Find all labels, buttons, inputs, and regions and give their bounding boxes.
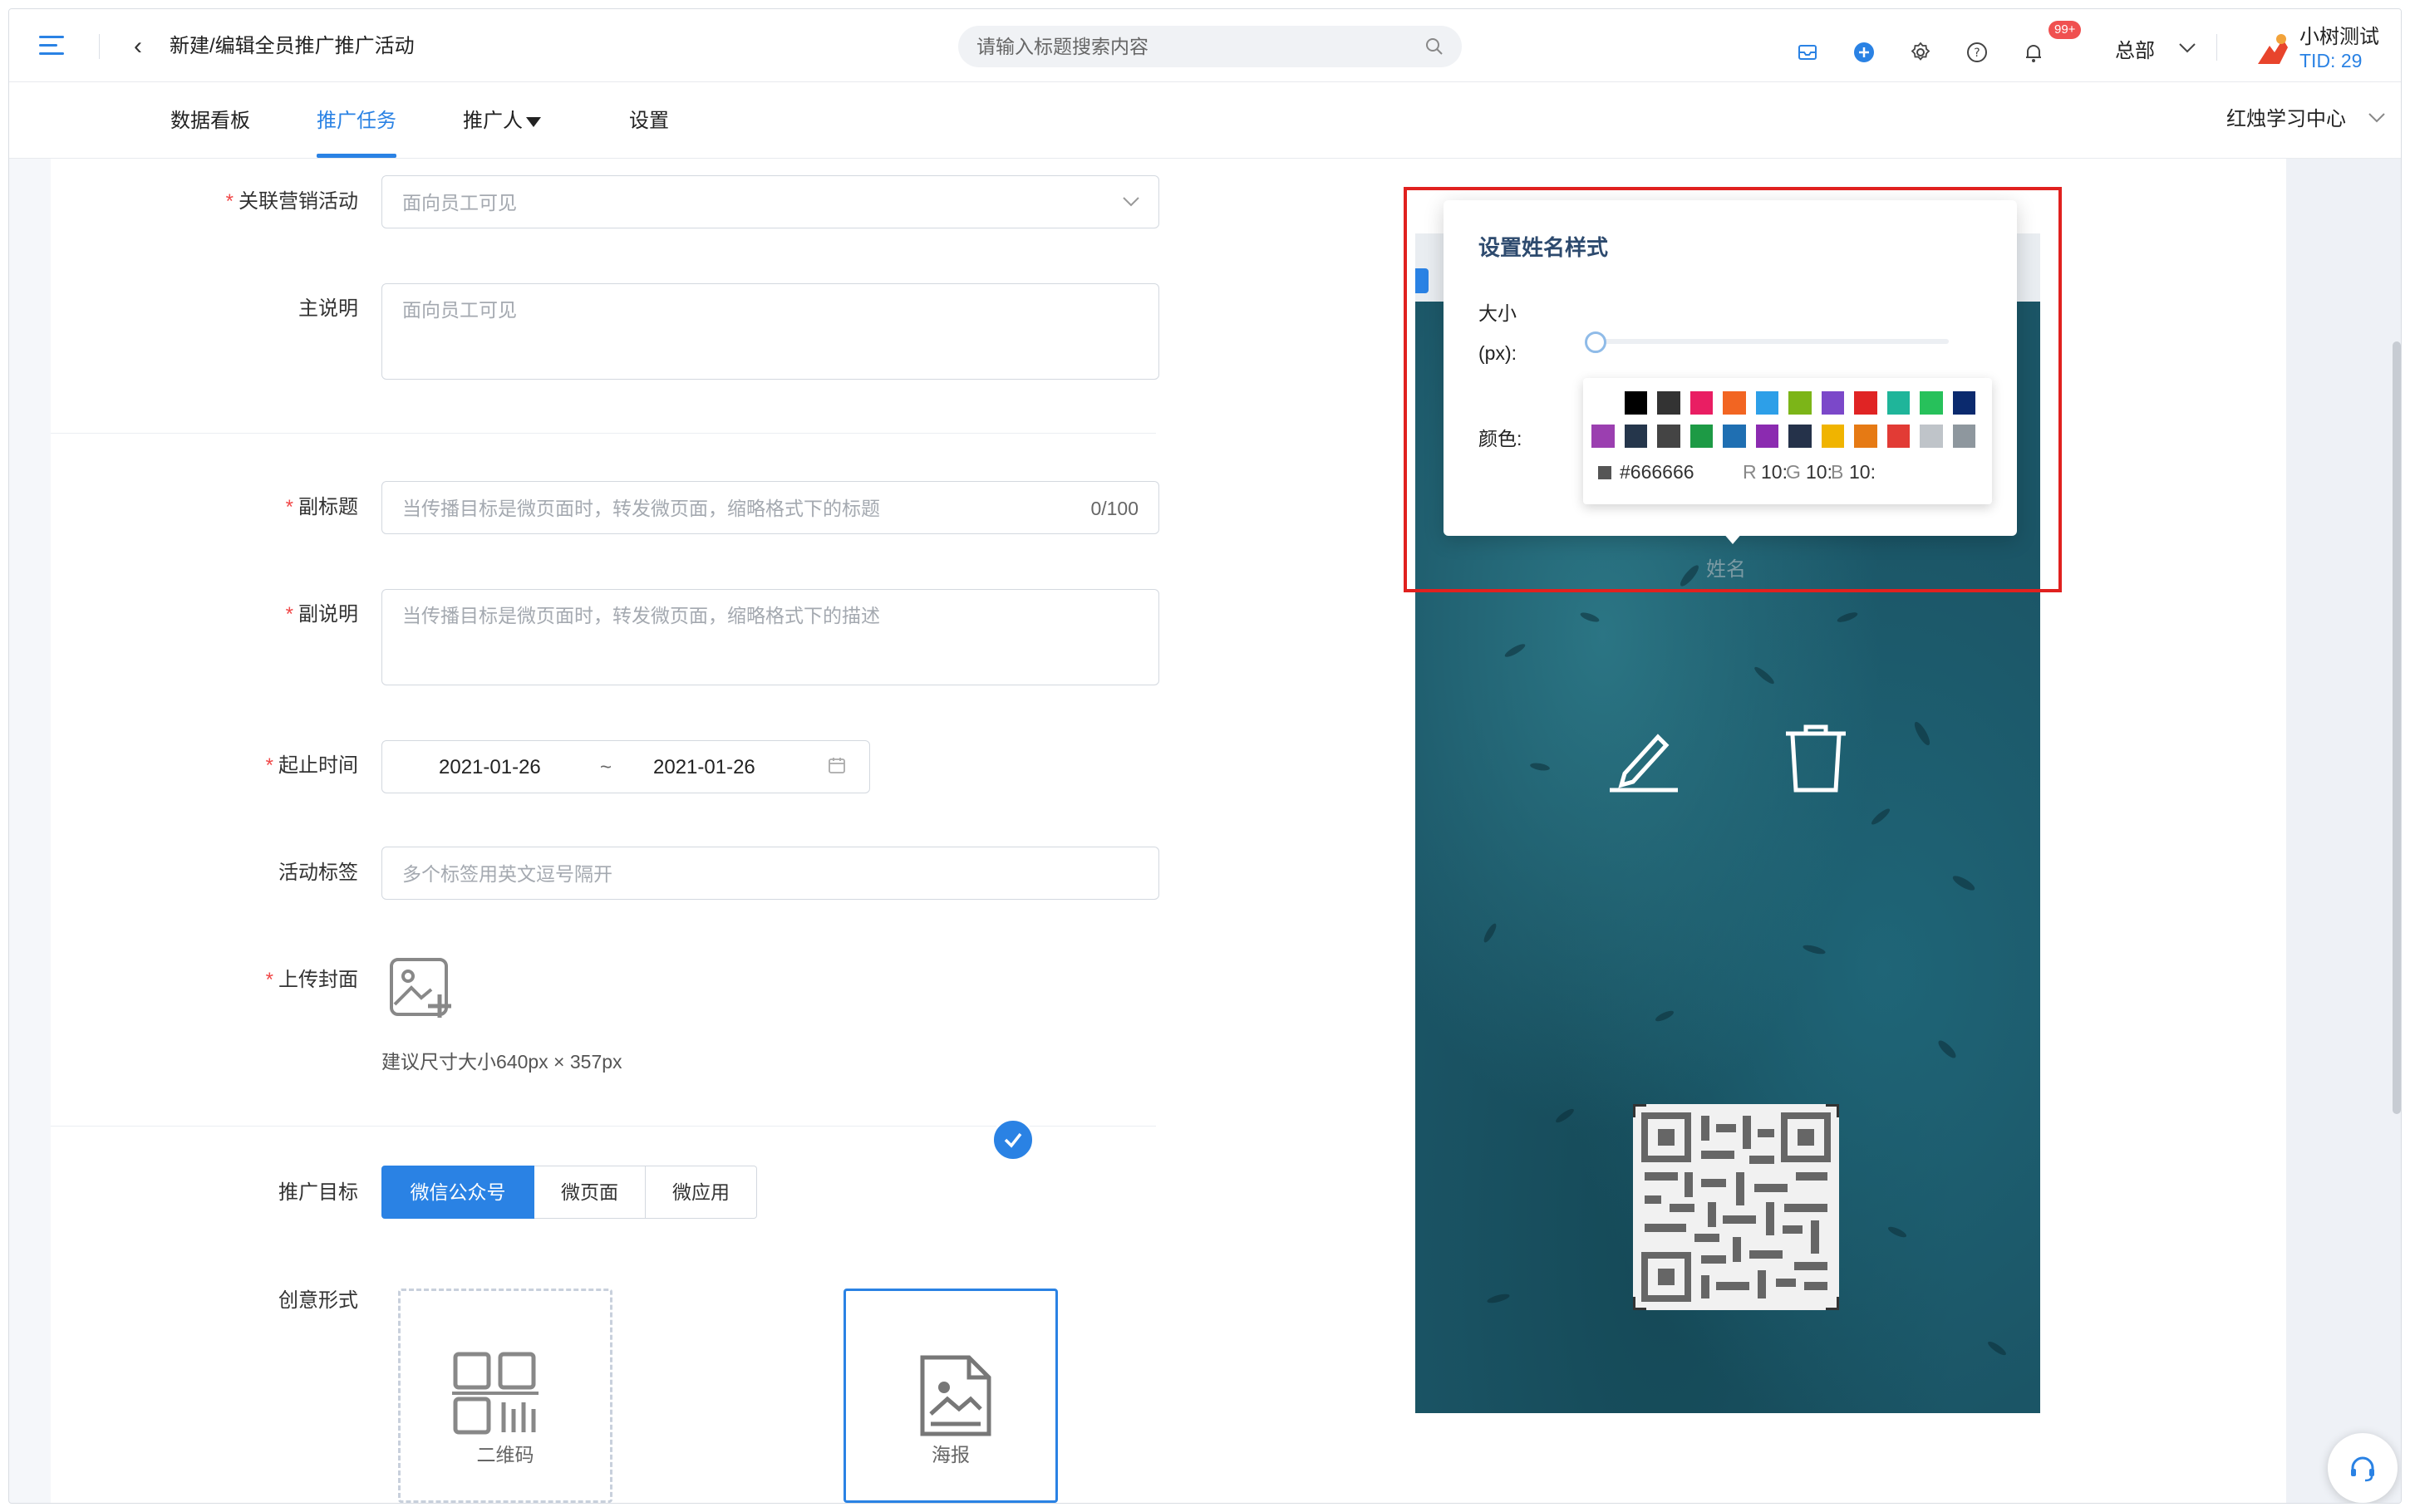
search-input[interactable] [976,26,1409,67]
creative-qrcode-caption: 二维码 [476,1444,534,1465]
notification-badge: 99+ [2048,21,2082,39]
start-date[interactable]: 2021-01-26 [439,755,541,780]
target-micro-page[interactable]: 微页面 [534,1166,646,1219]
poster-icon [920,1355,991,1436]
qrcode-icon [452,1352,539,1435]
headset-icon [2351,1456,2374,1482]
user-tid: TID: 29 [2299,50,2363,71]
page-title: 新建/编辑全员推广推广活动 [170,35,415,57]
avatar[interactable] [2250,27,2294,72]
date-range-picker[interactable]: 2021-01-26 ~ 2021-01-26 [381,740,870,793]
creative-option-poster[interactable]: 海报 [844,1289,1058,1503]
activity-select[interactable]: 面向员工可见 [381,175,1159,228]
cover-label: * 上传封面 [265,969,358,991]
svg-text:?: ? [1974,47,1980,60]
creative-poster-caption: 海报 [932,1444,970,1465]
divider [99,34,100,59]
tab-promoters[interactable]: 推广人 [463,109,541,134]
divider [2216,34,2217,61]
tab-promotion-task[interactable]: 推广任务 [317,109,396,134]
tab-settings[interactable]: 设置 [629,109,669,134]
tags-placeholder: 多个标签用英文逗号隔开 [402,863,612,885]
edit-icon[interactable] [1606,724,1681,793]
inbox-icon[interactable] [1796,41,1819,64]
subtitle-placeholder: 当传播目标是微页面时，转发微页面，缩略格式下的标题 [402,498,880,519]
highlight-box [1404,187,2062,592]
help-icon[interactable]: ? [1965,41,1989,64]
end-date[interactable]: 2021-01-26 [653,755,755,780]
activity-label: * 关联营销活动 [225,190,358,213]
gear-icon[interactable] [1909,41,1932,64]
subtitle-label: * 副标题 [285,496,358,518]
active-tab-indicator [317,154,396,158]
tags-input[interactable]: 多个标签用英文逗号隔开 [381,847,1159,900]
activity-placeholder: 面向员工可见 [402,192,517,214]
preview-pointer [1141,1357,1183,1440]
form-panel: * 关联营销活动 面向员工可见 主说明 面向员工可见 * 副标题 当传播目标是微页面… [51,159,1181,1503]
target-label: 推广目标 [278,1181,358,1204]
menu-icon[interactable] [39,36,67,56]
tab-promoters-label: 推广人 [463,110,523,132]
creative-label: 创意形式 [278,1289,358,1312]
bell-icon[interactable] [2022,41,2045,64]
tags-label: 活动标签 [278,862,358,884]
top-bar: ‹ 新建/编辑全员推广推广活动 ? [9,9,2401,82]
date-separator: ~ [600,756,612,778]
tab-dashboard[interactable]: 数据看板 [170,109,250,134]
right-gutter [2286,159,2401,1503]
calendar-icon[interactable] [828,756,846,774]
chevron-down-icon[interactable] [2178,42,2196,54]
upload-image-icon[interactable] [388,956,453,1021]
chevron-down-icon[interactable] [2368,112,2386,124]
caret-down-icon [526,116,541,127]
back-arrow-icon[interactable]: ‹ [134,34,142,59]
main-desc-placeholder: 面向员工可见 [402,299,517,321]
tab-bar: 数据看板 推广任务 推广人 设置 红烛学习中心 [9,82,2401,159]
add-circle-icon[interactable] [1852,41,1876,64]
scrollbar[interactable] [2393,341,2401,1114]
section-divider [51,433,1156,434]
search-icon[interactable] [1425,37,1444,56]
subtitle-input[interactable]: 当传播目标是微页面时，转发微页面，缩略格式下的标题 0/100 [381,481,1159,534]
subtitle-counter: 0/100 [1090,498,1139,519]
sub-desc-placeholder: 当传播目标是微页面时，转发微页面，缩略格式下的描述 [402,605,880,626]
customer-support-button[interactable] [2328,1433,2398,1503]
qrcode-image [1633,1104,1839,1310]
trash-icon[interactable] [1783,722,1849,793]
creative-option-qrcode[interactable]: 二维码 [398,1289,612,1503]
cover-size-hint: 建议尺寸大小640px × 357px [381,1051,622,1073]
sub-desc-label: * 副说明 [285,603,358,626]
date-label: * 起止时间 [265,754,358,777]
target-micro-app[interactable]: 微应用 [646,1166,757,1219]
center-selector[interactable]: 红烛学习中心 [2226,107,2346,132]
section-divider [51,1126,1156,1127]
main-desc-label: 主说明 [298,297,358,320]
user-name: 小树测试 [2299,26,2379,48]
search-bar[interactable] [958,26,1462,67]
selected-check-icon [991,1118,1035,1161]
target-wechat-official[interactable]: 微信公众号 [381,1166,534,1219]
chevron-down-icon [1123,197,1139,207]
target-segmented-control: 微信公众号 微页面 微应用 [381,1166,757,1219]
main-desc-textarea[interactable]: 面向员工可见 [381,283,1159,380]
app-window: ‹ 新建/编辑全员推广推广活动 ? [8,8,2402,1504]
org-selector[interactable]: 总部 [2115,39,2155,64]
sub-desc-textarea[interactable]: 当传播目标是微页面时，转发微页面，缩略格式下的描述 [381,589,1159,685]
